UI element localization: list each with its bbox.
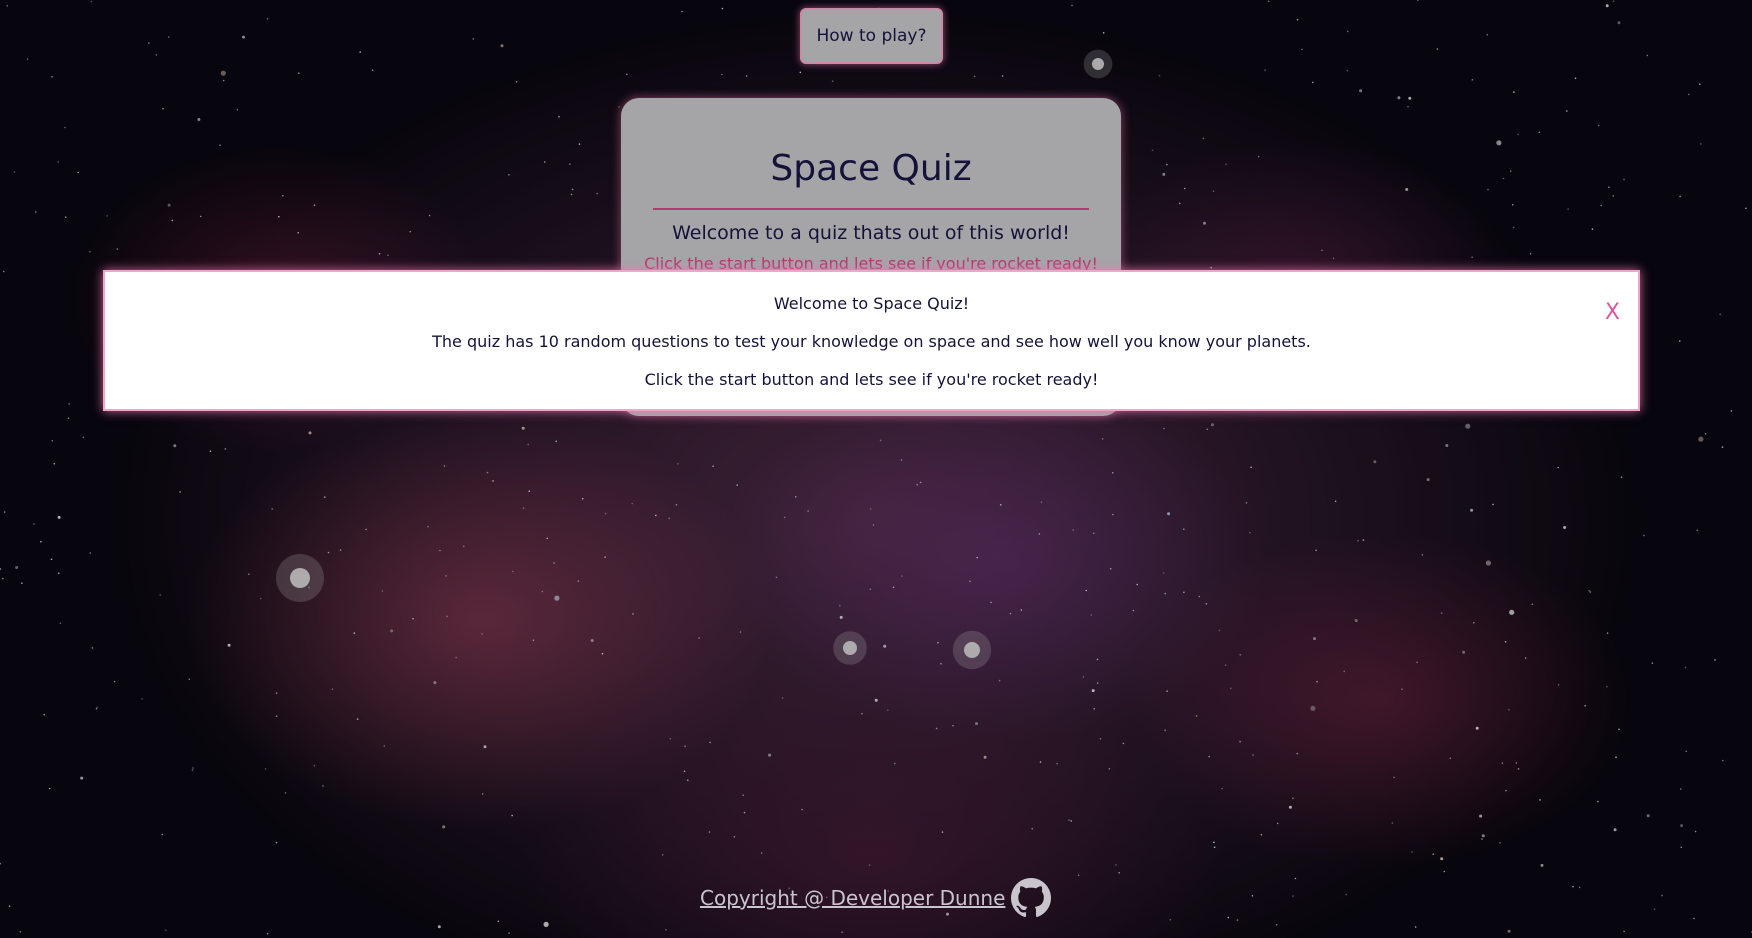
how-to-play-button[interactable]: How to play? — [800, 8, 943, 64]
how-to-play-modal: Welcome to Space Quiz! The quiz has 10 r… — [103, 270, 1640, 411]
welcome-text: Welcome to a quiz thats out of this worl… — [672, 222, 1070, 244]
modal-instruction-text: Click the start button and lets see if y… — [644, 370, 1099, 389]
copyright-link[interactable]: Copyright @ Developer Dunne — [700, 886, 1005, 910]
modal-welcome-text: Welcome to Space Quiz! — [773, 294, 970, 313]
modal-close-button[interactable]: X — [1605, 300, 1620, 325]
page-title: Space Quiz — [770, 148, 972, 189]
title-divider — [653, 208, 1089, 210]
modal-description-text: The quiz has 10 random questions to test… — [432, 332, 1311, 351]
github-icon[interactable] — [1011, 878, 1052, 918]
footer: Copyright @ Developer Dunne — [700, 878, 1052, 918]
